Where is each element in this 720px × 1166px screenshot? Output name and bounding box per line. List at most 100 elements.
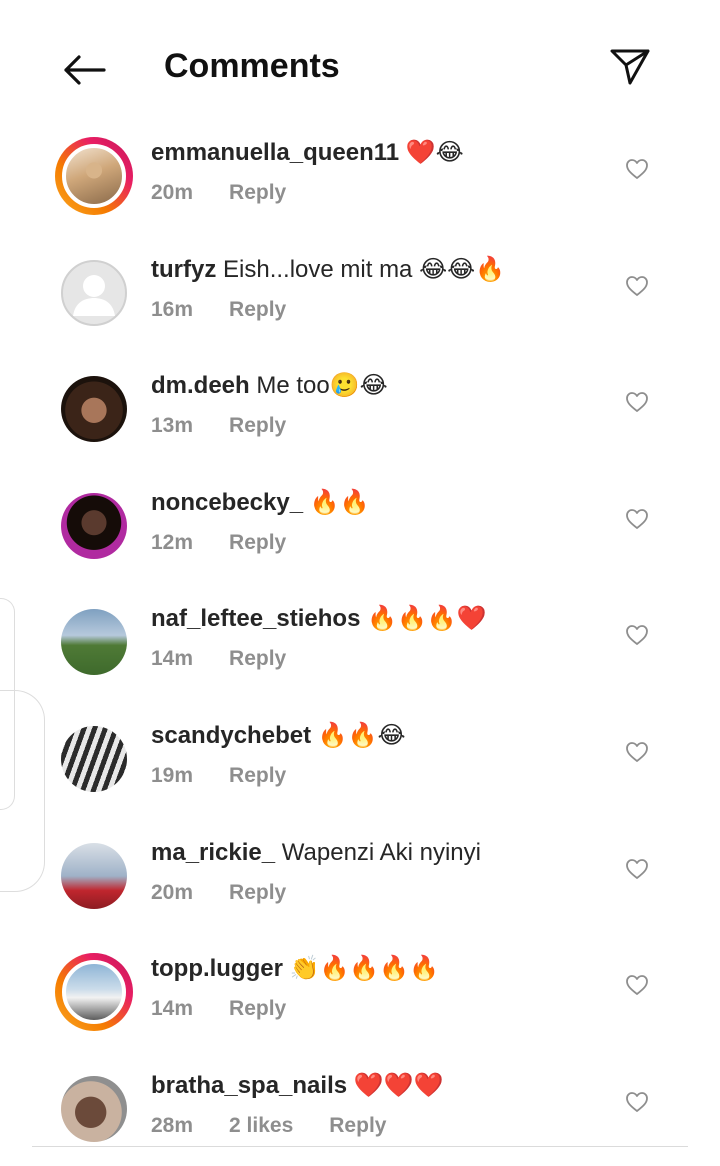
comment-meta: 14m Reply	[151, 647, 286, 671]
comment-item[interactable]: ma_rickie_ Wapenzi Aki nyinyi 20m Reply	[0, 817, 720, 934]
avatar	[61, 492, 127, 559]
avatar-button[interactable]	[55, 953, 133, 1032]
comment-text: ma_rickie_ Wapenzi Aki nyinyi	[151, 837, 481, 869]
comment-item[interactable]: noncebecky_ 🔥🔥 12m Reply	[0, 467, 720, 584]
comment-text: scandychebet 🔥🔥😂	[151, 720, 406, 752]
reply-button[interactable]: Reply	[229, 881, 286, 905]
comment-timestamp: 19m	[151, 763, 194, 787]
heart-icon	[626, 625, 648, 646]
reply-button[interactable]: Reply	[229, 181, 286, 205]
comment-likes-count[interactable]: 2 likes	[229, 1114, 293, 1138]
arrow-left-icon	[64, 55, 106, 85]
comment-username[interactable]: topp.lugger	[151, 955, 283, 982]
comment-item[interactable]: scandychebet 🔥🔥😂 19m Reply	[0, 700, 720, 817]
comment-body: Wapenzi Aki nyinyi	[281, 838, 481, 866]
comment-body: 🔥🔥🔥❤️	[367, 605, 487, 633]
comment-username[interactable]: dm.deeh	[151, 372, 250, 399]
avatar-button[interactable]	[55, 837, 133, 915]
comment-text: topp.lugger 👏🔥🔥🔥🔥	[151, 953, 439, 985]
comment-username[interactable]: naf_leftee_stiehos	[151, 605, 360, 632]
comment-username[interactable]: ma_rickie_	[151, 839, 275, 866]
comment-item[interactable]: dm.deeh Me too🥲😂 13m Reply	[0, 350, 720, 467]
like-button[interactable]	[625, 157, 649, 181]
comment-timestamp: 28m	[151, 1113, 194, 1137]
avatar	[61, 376, 127, 443]
avatar-button[interactable]	[55, 254, 133, 332]
comment-username[interactable]: turfyz	[151, 256, 216, 283]
like-button[interactable]	[625, 1090, 649, 1114]
comment-item[interactable]: naf_leftee_stiehos 🔥🔥🔥❤️ 14m Reply	[0, 583, 720, 700]
avatar	[62, 960, 126, 1025]
comment-username[interactable]: scandychebet	[151, 722, 311, 749]
comment-body: ❤️❤️❤️	[353, 1071, 444, 1099]
comment-timestamp: 14m	[151, 997, 194, 1021]
like-button[interactable]	[625, 390, 649, 414]
reply-button[interactable]: Reply	[229, 764, 286, 788]
comment-body: 🔥🔥	[309, 488, 370, 516]
comment-username[interactable]: noncebecky_	[151, 489, 303, 516]
avatar-button[interactable]	[55, 137, 133, 215]
divider	[32, 1146, 688, 1147]
comment-body: 🔥🔥😂	[317, 721, 406, 749]
heart-icon	[626, 858, 648, 879]
reply-button[interactable]: Reply	[329, 1114, 386, 1138]
reply-button[interactable]: Reply	[229, 414, 286, 438]
comment-text: bratha_spa_nails ❤️❤️❤️	[151, 1070, 443, 1102]
comment-text: naf_leftee_stiehos 🔥🔥🔥❤️	[151, 603, 487, 635]
comment-timestamp: 20m	[151, 880, 194, 904]
comment-item[interactable]: emmanuella_queen11 ❤️😂 20m Reply	[0, 117, 720, 234]
reply-button[interactable]: Reply	[229, 647, 286, 671]
avatar	[62, 144, 126, 208]
comment-timestamp: 16m	[151, 297, 194, 321]
reply-button[interactable]: Reply	[229, 997, 286, 1021]
comments-list: emmanuella_queen11 ❤️😂 20m Reply turfyz Eis…	[0, 117, 720, 1166]
heart-icon	[626, 275, 648, 296]
comment-meta: 28m 2 likes Reply	[151, 1114, 386, 1138]
comment-meta: 14m Reply	[151, 997, 286, 1021]
comment-text: noncebecky_ 🔥🔥	[151, 487, 370, 519]
reply-button[interactable]: Reply	[229, 298, 286, 322]
comment-item[interactable]: topp.lugger 👏🔥🔥🔥🔥 14m Reply	[0, 933, 720, 1050]
comments-header: Comments	[0, 0, 720, 130]
like-button[interactable]	[625, 623, 649, 647]
like-button[interactable]	[625, 507, 649, 531]
avatar	[61, 725, 127, 792]
back-button[interactable]	[58, 46, 110, 94]
like-button[interactable]	[625, 274, 649, 298]
heart-icon	[626, 975, 648, 996]
like-button[interactable]	[625, 740, 649, 764]
avatar-button[interactable]	[55, 603, 133, 681]
comment-text: emmanuella_queen11 ❤️😂	[151, 137, 464, 169]
heart-icon	[626, 1091, 648, 1112]
comment-body: Me too🥲😂	[256, 372, 388, 400]
page-title: Comments	[164, 47, 340, 85]
like-button[interactable]	[625, 857, 649, 881]
comment-item[interactable]: bratha_spa_nails ❤️❤️❤️ 28m 2 likes Reply	[0, 1050, 720, 1166]
comment-text: dm.deeh Me too🥲😂	[151, 370, 388, 402]
avatar-button[interactable]	[55, 370, 133, 448]
comment-username[interactable]: bratha_spa_nails	[151, 1072, 347, 1099]
avatar-button[interactable]	[55, 1070, 133, 1148]
comment-timestamp: 12m	[151, 530, 194, 554]
comment-meta: 19m Reply	[151, 764, 286, 788]
heart-icon	[626, 742, 648, 762]
avatar	[61, 609, 127, 676]
comment-meta: 12m Reply	[151, 531, 286, 555]
comment-meta: 20m Reply	[151, 881, 286, 905]
paper-plane-icon	[610, 49, 650, 85]
comment-meta: 16m Reply	[151, 298, 286, 322]
share-button[interactable]	[605, 42, 655, 92]
like-button[interactable]	[625, 973, 649, 997]
comment-username[interactable]: emmanuella_queen11	[151, 139, 399, 166]
comment-text: turfyz Eish...love mit ma 😂😂🔥	[151, 254, 505, 286]
reply-button[interactable]: Reply	[229, 531, 286, 555]
comment-item[interactable]: turfyz Eish...love mit ma 😂😂🔥 16m Reply	[0, 234, 720, 351]
comment-body: ❤️😂	[405, 139, 464, 166]
comment-body: 👏🔥🔥🔥🔥	[289, 955, 440, 983]
avatar-button[interactable]	[55, 720, 133, 798]
avatar	[61, 1075, 127, 1142]
comment-body: Eish...love mit ma 😂😂🔥	[223, 255, 506, 283]
comment-timestamp: 13m	[151, 414, 194, 438]
comment-timestamp: 20m	[151, 181, 194, 204]
avatar-button[interactable]	[55, 487, 133, 565]
